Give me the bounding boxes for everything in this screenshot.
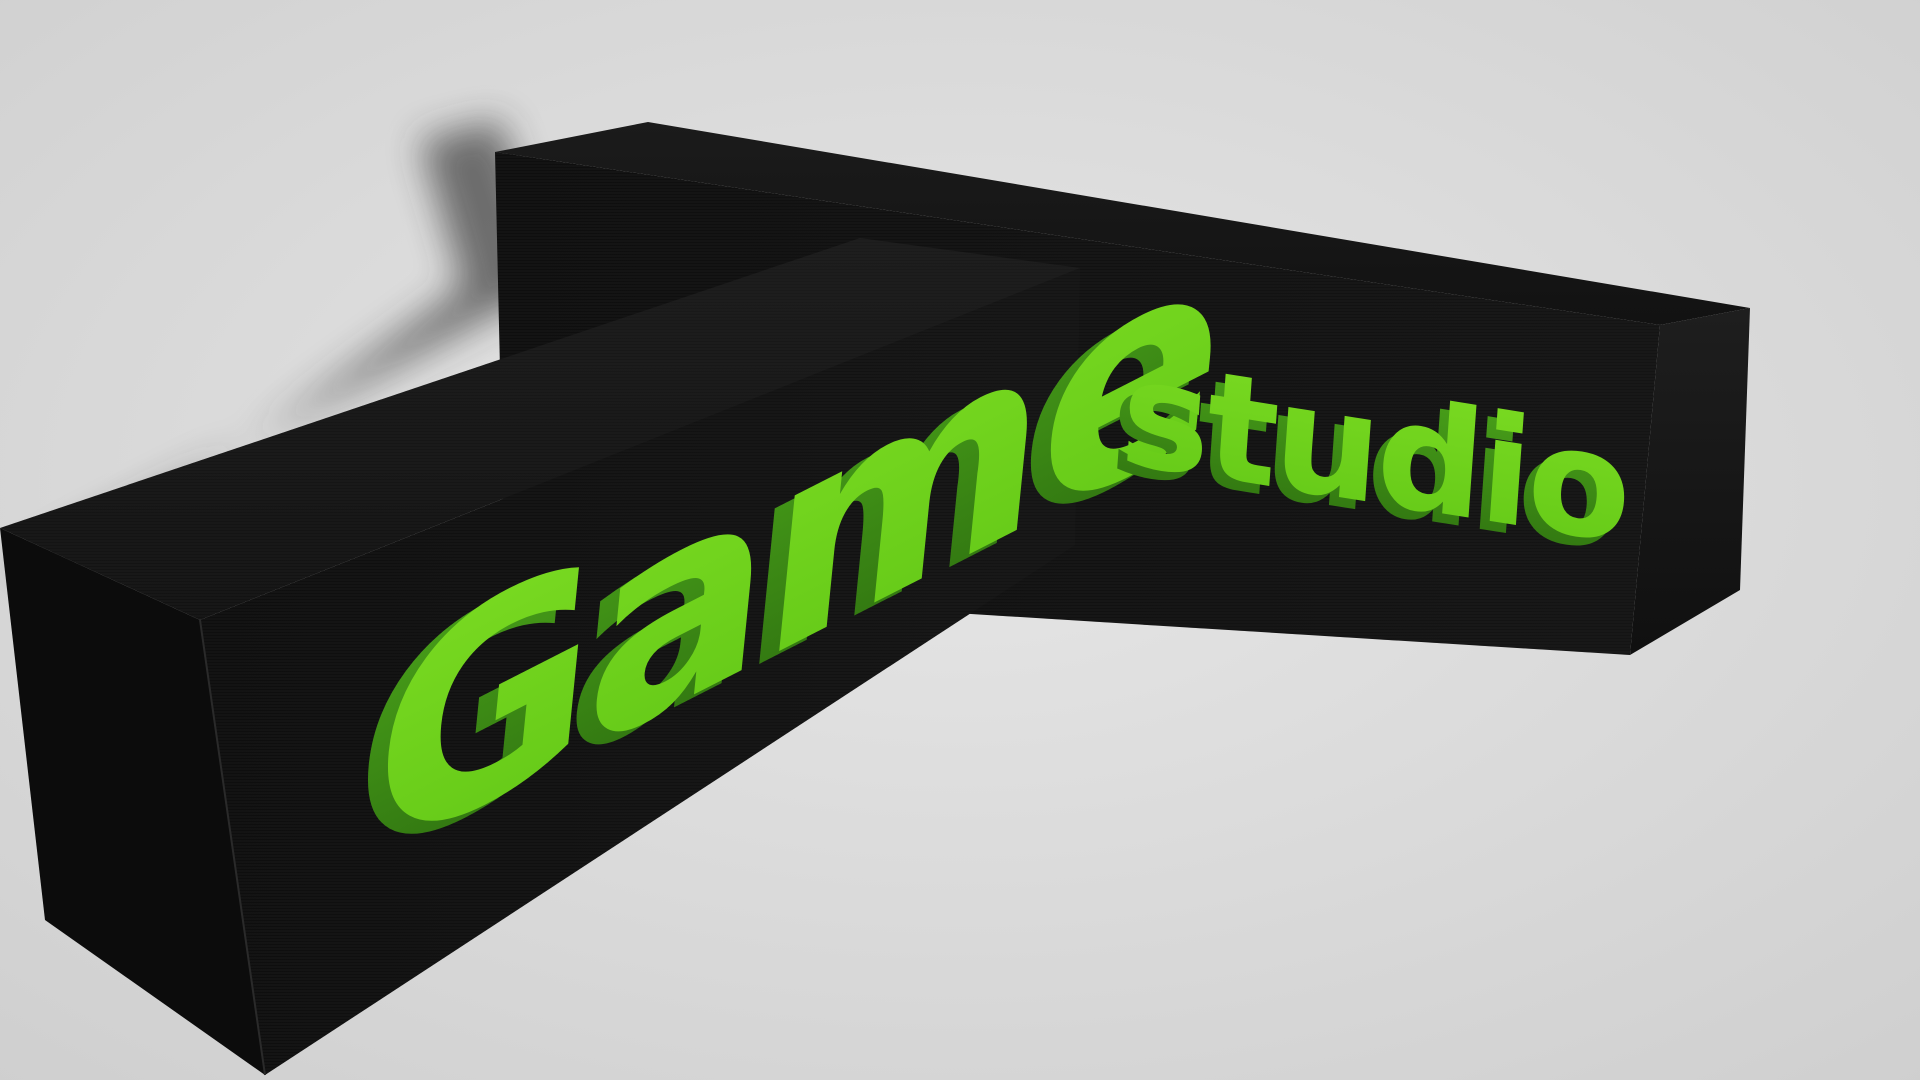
game-studio-logo-scene: Game Game studio studio	[0, 0, 1920, 1080]
